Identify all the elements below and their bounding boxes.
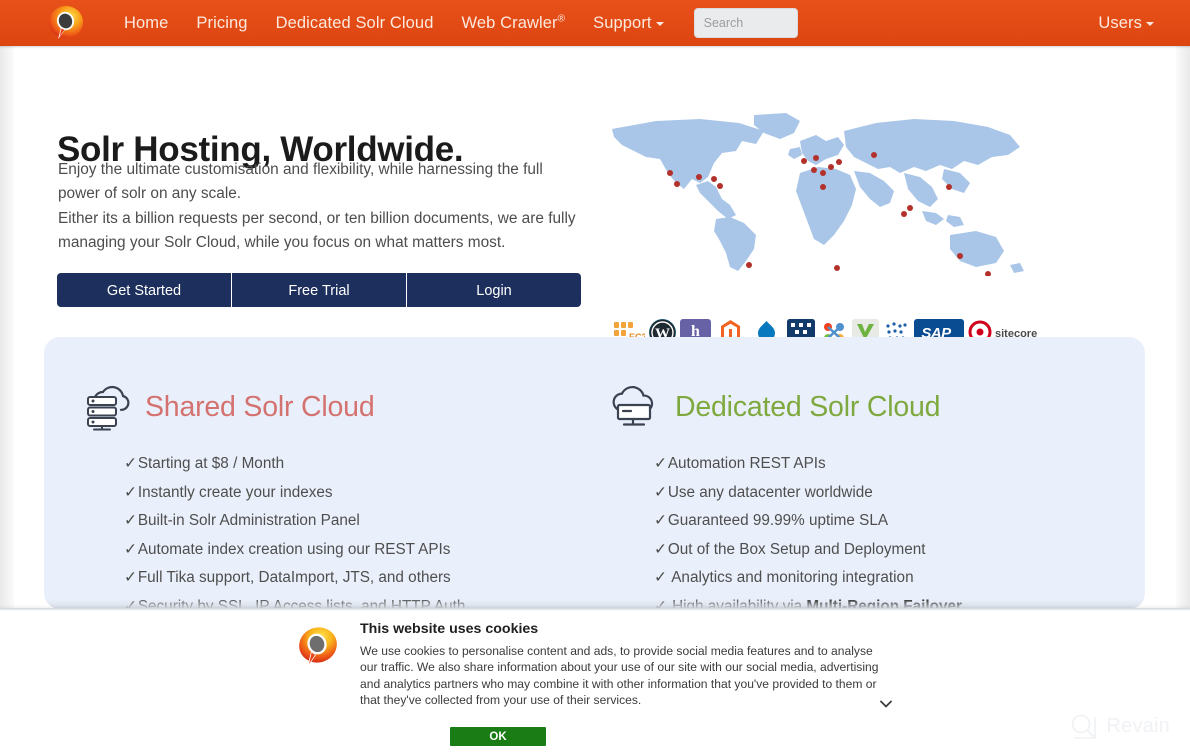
nav-link-web-crawler-label: Web Crawler <box>461 14 558 32</box>
solr-hosting-logo-icon[interactable] <box>44 3 88 43</box>
nav-link-dedicated-solr-cloud[interactable]: Dedicated Solr Cloud <box>262 0 448 46</box>
feature-item: ✓Security by SSL, IP Access lists, and H… <box>124 593 610 609</box>
hero-description-line-1: Enjoy the ultimate customisation and fle… <box>58 161 543 203</box>
chevron-down-icon <box>1146 21 1154 26</box>
feature-item: ✓ Analytics and monitoring integration <box>654 564 1140 593</box>
nav-link-pricing-label: Pricing <box>196 14 248 32</box>
cookie-banner-top-edge <box>0 608 1190 611</box>
chevron-down-icon[interactable] <box>877 695 895 713</box>
free-trial-button[interactable]: Free Trial <box>232 273 407 307</box>
registered-trademark-icon: ® <box>557 13 566 25</box>
page-root: Home Pricing Dedicated Solr Cloud Web Cr… <box>0 0 1190 753</box>
feature-text: Built-in Solr Administration Panel <box>137 512 360 530</box>
dedicated-solr-cloud-header: Dedicated Solr Cloud <box>610 381 1140 433</box>
nav-link-home[interactable]: Home <box>110 0 182 46</box>
shared-solr-cloud-header: Shared Solr Cloud <box>80 381 610 433</box>
nav-links: Home Pricing Dedicated Solr Cloud Web Cr… <box>110 0 798 46</box>
cookie-ok-button[interactable]: OK <box>450 726 546 746</box>
feature-item: ✓Guaranteed 99.99% uptime SLA <box>654 507 1140 536</box>
nav-right: Users <box>1084 0 1168 47</box>
feature-item: ✓ High availability via Multi-Region Fai… <box>654 593 1140 609</box>
cloud-monitor-icon <box>610 383 662 431</box>
shared-solr-cloud-feature-list: ✓Starting at $8 / Month ✓Instantly creat… <box>80 450 610 609</box>
nav-link-pricing[interactable]: Pricing <box>182 0 261 46</box>
top-navigation-bar: Home Pricing Dedicated Solr Cloud Web Cr… <box>0 0 1190 46</box>
check-icon: ✓ <box>124 569 137 587</box>
feature-text: Use any datacenter worldwide <box>667 483 873 501</box>
nav-link-dedicated-solr-cloud-label: Dedicated Solr Cloud <box>275 14 434 32</box>
hero-button-group: Get Started Free Trial Login <box>57 273 581 307</box>
feature-item: ✓Use any datacenter worldwide <box>654 479 1140 508</box>
feature-item: ✓Starting at $8 / Month <box>124 450 610 479</box>
search-input[interactable] <box>693 8 798 38</box>
cookie-banner-text: We use cookies to personalise content an… <box>360 644 879 708</box>
feature-item: ✓Instantly create your indexes <box>124 479 610 508</box>
cookie-consent-banner: This website uses cookies We use cookies… <box>0 608 1190 753</box>
cookie-banner-body: This website uses cookies We use cookies… <box>360 618 902 746</box>
cookie-banner-title: This website uses cookies <box>360 621 539 637</box>
feature-item: ✓Out of the Box Setup and Deployment <box>654 536 1140 565</box>
feature-text: Analytics and monitoring integration <box>667 569 914 587</box>
dedicated-solr-cloud-feature-list: ✓Automation REST APIs ✓Use any datacente… <box>610 450 1140 609</box>
feature-item: ✓Automate index creation using our REST … <box>124 536 610 565</box>
check-icon: ✓ <box>654 569 667 587</box>
nav-link-web-crawler[interactable]: Web Crawler® <box>447 0 579 46</box>
check-icon: ✓ <box>124 455 137 472</box>
feature-text: Starting at $8 / Month <box>137 455 285 472</box>
feature-text: Instantly create your indexes <box>137 483 333 501</box>
solr-hosting-logo-icon <box>294 624 342 672</box>
features-panel: Shared Solr Cloud ✓Starting at $8 / Mont… <box>44 337 1145 609</box>
feature-text: Automate index creation using our REST A… <box>137 540 451 558</box>
hero-description: Enjoy the ultimate customisation and fle… <box>58 158 586 256</box>
nav-link-support[interactable]: Support <box>579 0 678 46</box>
hero-section: Solr Hosting, Worldwide. Enjoy the ultim… <box>0 46 1190 346</box>
check-icon: ✓ <box>654 455 667 472</box>
check-icon: ✓ <box>654 540 667 558</box>
chevron-down-icon <box>655 21 664 26</box>
nav-link-home-label: Home <box>124 14 169 32</box>
get-started-button[interactable]: Get Started <box>57 273 232 307</box>
check-icon: ✓ <box>654 483 667 501</box>
feature-item: ✓Full Tika support, DataImport, JTS, and… <box>124 564 610 593</box>
feature-text: Automation REST APIs <box>667 455 826 472</box>
hero-description-line-2: Either its a billion requests per second… <box>58 209 576 252</box>
feature-text: Guaranteed 99.99% uptime SLA <box>667 512 889 530</box>
feature-text: Out of the Box Setup and Deployment <box>667 540 926 558</box>
check-icon: ✓ <box>124 483 137 501</box>
nav-link-support-label: Support <box>593 14 652 32</box>
feature-text: Full Tika support, DataImport, JTS, and … <box>137 569 451 587</box>
dedicated-solr-cloud-title: Dedicated Solr Cloud <box>675 390 941 423</box>
nav-link-users-label: Users <box>1098 14 1142 32</box>
check-icon: ✓ <box>124 540 137 558</box>
feature-item: ✓Built-in Solr Administration Panel <box>124 507 610 536</box>
features-columns: Shared Solr Cloud ✓Starting at $8 / Mont… <box>44 337 1145 609</box>
cookie-banner-content: This website uses cookies We use cookies… <box>282 618 902 746</box>
world-map-graphic <box>604 111 1044 276</box>
cloud-server-rack-icon <box>80 383 132 431</box>
check-icon: ✓ <box>124 512 137 530</box>
check-icon: ✓ <box>654 512 667 530</box>
login-button[interactable]: Login <box>407 273 581 307</box>
feature-item: ✓Automation REST APIs <box>654 450 1140 479</box>
shared-solr-cloud-title: Shared Solr Cloud <box>145 390 375 423</box>
dedicated-solr-cloud-column: Dedicated Solr Cloud ✓Automation REST AP… <box>610 381 1140 609</box>
shared-solr-cloud-column: Shared Solr Cloud ✓Starting at $8 / Mont… <box>80 381 610 609</box>
nav-link-users[interactable]: Users <box>1084 14 1168 32</box>
